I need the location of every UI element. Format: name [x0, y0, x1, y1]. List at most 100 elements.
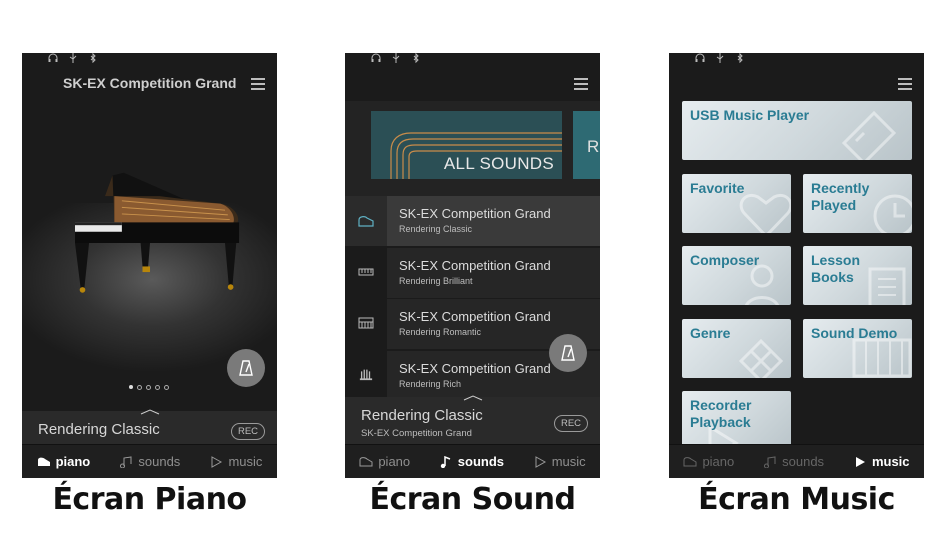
nav-piano[interactable]: piano: [37, 454, 91, 469]
bottom-nav: piano sounds music: [669, 444, 924, 478]
page-dot[interactable]: [137, 385, 142, 390]
category-electric-piano[interactable]: [345, 247, 387, 297]
nav-music-label: music: [871, 454, 910, 469]
sound-sub: Rendering Classic: [399, 224, 473, 234]
nav-piano-label: piano: [702, 454, 735, 469]
category-grand-piano[interactable]: [345, 196, 387, 246]
metronome-button[interactable]: [227, 349, 265, 387]
page-dot[interactable]: [129, 385, 133, 389]
electric-piano-icon: [358, 268, 374, 276]
tile-recently-played[interactable]: Recently Played: [803, 174, 912, 233]
menu-icon[interactable]: [251, 78, 265, 90]
nav-piano[interactable]: piano: [359, 454, 410, 469]
nav-sounds[interactable]: sounds: [763, 454, 824, 469]
tile-lesson-books[interactable]: Lesson Books: [803, 246, 912, 305]
caption-piano: Écran Piano: [52, 482, 247, 517]
page-dots: [129, 385, 169, 390]
note-icon: [764, 455, 776, 468]
caption-music: Écran Music: [698, 482, 895, 517]
tile-favorite-label: Favorite: [690, 180, 745, 196]
nav-music[interactable]: music: [209, 454, 262, 469]
tile-sound-demo-label: Sound Demo: [811, 325, 898, 341]
piano-icon: [37, 457, 50, 466]
usb-icon: [69, 53, 77, 63]
nav-music[interactable]: music: [533, 454, 586, 469]
bluetooth-icon: [90, 53, 96, 63]
piano-screen: SK-EX Competition Grand Rendering Classi…: [22, 53, 277, 478]
sound-screen: ALL SOUNDS R SK-EX Competition Grand Ren…: [345, 53, 600, 478]
tile-recorder-playback-label: Recorder Playback: [690, 397, 752, 430]
tile-genre[interactable]: Genre: [682, 319, 791, 378]
usb-icon: [392, 53, 400, 63]
organ-icon: [359, 369, 373, 381]
tile-usb-music-player[interactable]: USB Music Player: [682, 101, 912, 160]
chevron-up-icon[interactable]: [463, 395, 483, 401]
status-icons: [371, 53, 421, 67]
category-keyboard[interactable]: [345, 298, 387, 348]
current-sound-sub: SK-EX Competition Grand: [361, 428, 472, 439]
category-organ[interactable]: [345, 349, 387, 399]
tile-composer-label: Composer: [690, 252, 760, 268]
rec-button[interactable]: REC: [231, 423, 265, 440]
all-sounds-banner[interactable]: ALL SOUNDS: [371, 111, 562, 179]
nav-piano-label: piano: [55, 454, 91, 469]
usb-icon: [716, 53, 724, 63]
genre-icon: [738, 338, 784, 378]
sound-name: SK-EX Competition Grand: [399, 206, 551, 221]
play-icon: [535, 455, 546, 468]
metronome-icon: [239, 360, 253, 376]
page-dot[interactable]: [155, 385, 160, 390]
rec-button[interactable]: REC: [554, 415, 588, 432]
nav-sounds-label: sounds: [457, 454, 505, 469]
heart-icon: [739, 194, 791, 233]
piano-title: SK-EX Competition Grand: [63, 75, 237, 91]
tile-composer[interactable]: Composer: [682, 246, 791, 305]
caption-sound: Écran Sound: [369, 482, 576, 517]
tile-genre-label: Genre: [690, 325, 731, 341]
current-sound-bar[interactable]: Rendering Classic SK-EX Competition Gran…: [345, 395, 600, 445]
nav-music[interactable]: music: [853, 454, 910, 469]
page-dot[interactable]: [164, 385, 169, 390]
page-dot[interactable]: [146, 385, 151, 390]
status-icons: [695, 53, 745, 67]
menu-icon[interactable]: [574, 78, 588, 90]
nav-sounds[interactable]: sounds: [439, 454, 504, 469]
tile-favorite[interactable]: Favorite: [682, 174, 791, 233]
sound-sub: Rendering Romantic: [399, 327, 482, 337]
nav-sounds[interactable]: sounds: [119, 454, 180, 469]
note-icon: [440, 455, 451, 468]
sound-name: SK-EX Competition Grand: [399, 258, 551, 273]
nav-sounds-label: sounds: [782, 454, 825, 469]
next-banner-letter: R: [587, 137, 600, 156]
note-icon: [120, 455, 132, 468]
current-sound-name: Rendering Classic: [38, 421, 160, 438]
nav-piano-label: piano: [378, 454, 411, 469]
sound-list-item[interactable]: SK-EX Competition Grand Rendering Classi…: [387, 196, 600, 246]
keyboard-icon: [358, 317, 374, 329]
next-banner[interactable]: R: [573, 111, 600, 179]
piano-icon: [683, 456, 697, 466]
nav-piano[interactable]: piano: [683, 454, 734, 469]
menu-icon[interactable]: [898, 78, 912, 90]
bottom-nav: piano sounds music: [345, 444, 600, 478]
nav-music-label: music: [551, 454, 586, 469]
tile-recorder-playback[interactable]: Recorder Playback: [682, 391, 791, 451]
sound-list-item[interactable]: SK-EX Competition Grand Rendering Brilli…: [387, 248, 600, 298]
nav-music-label: music: [228, 454, 263, 469]
tile-recently-played-label: Recently Played: [811, 180, 870, 213]
metronome-icon: [561, 345, 575, 361]
metronome-button[interactable]: [549, 334, 587, 372]
status-icons: [48, 53, 98, 67]
piano-icon: [359, 456, 373, 466]
sound-sub: Rendering Rich: [399, 379, 462, 389]
sound-sub: Rendering Brilliant: [399, 276, 473, 286]
chevron-up-icon[interactable]: [140, 409, 160, 415]
music-screen: USB Music Player Favorite Recently Playe…: [669, 53, 924, 478]
grand-piano-icon: [358, 216, 374, 227]
bluetooth-icon: [737, 53, 743, 63]
sound-name: SK-EX Competition Grand: [399, 309, 551, 324]
bluetooth-icon: [413, 53, 419, 63]
tile-sound-demo[interactable]: Sound Demo: [803, 319, 912, 378]
tile-usb-label: USB Music Player: [690, 107, 810, 123]
current-sound-bar[interactable]: Rendering Classic REC: [22, 409, 277, 445]
